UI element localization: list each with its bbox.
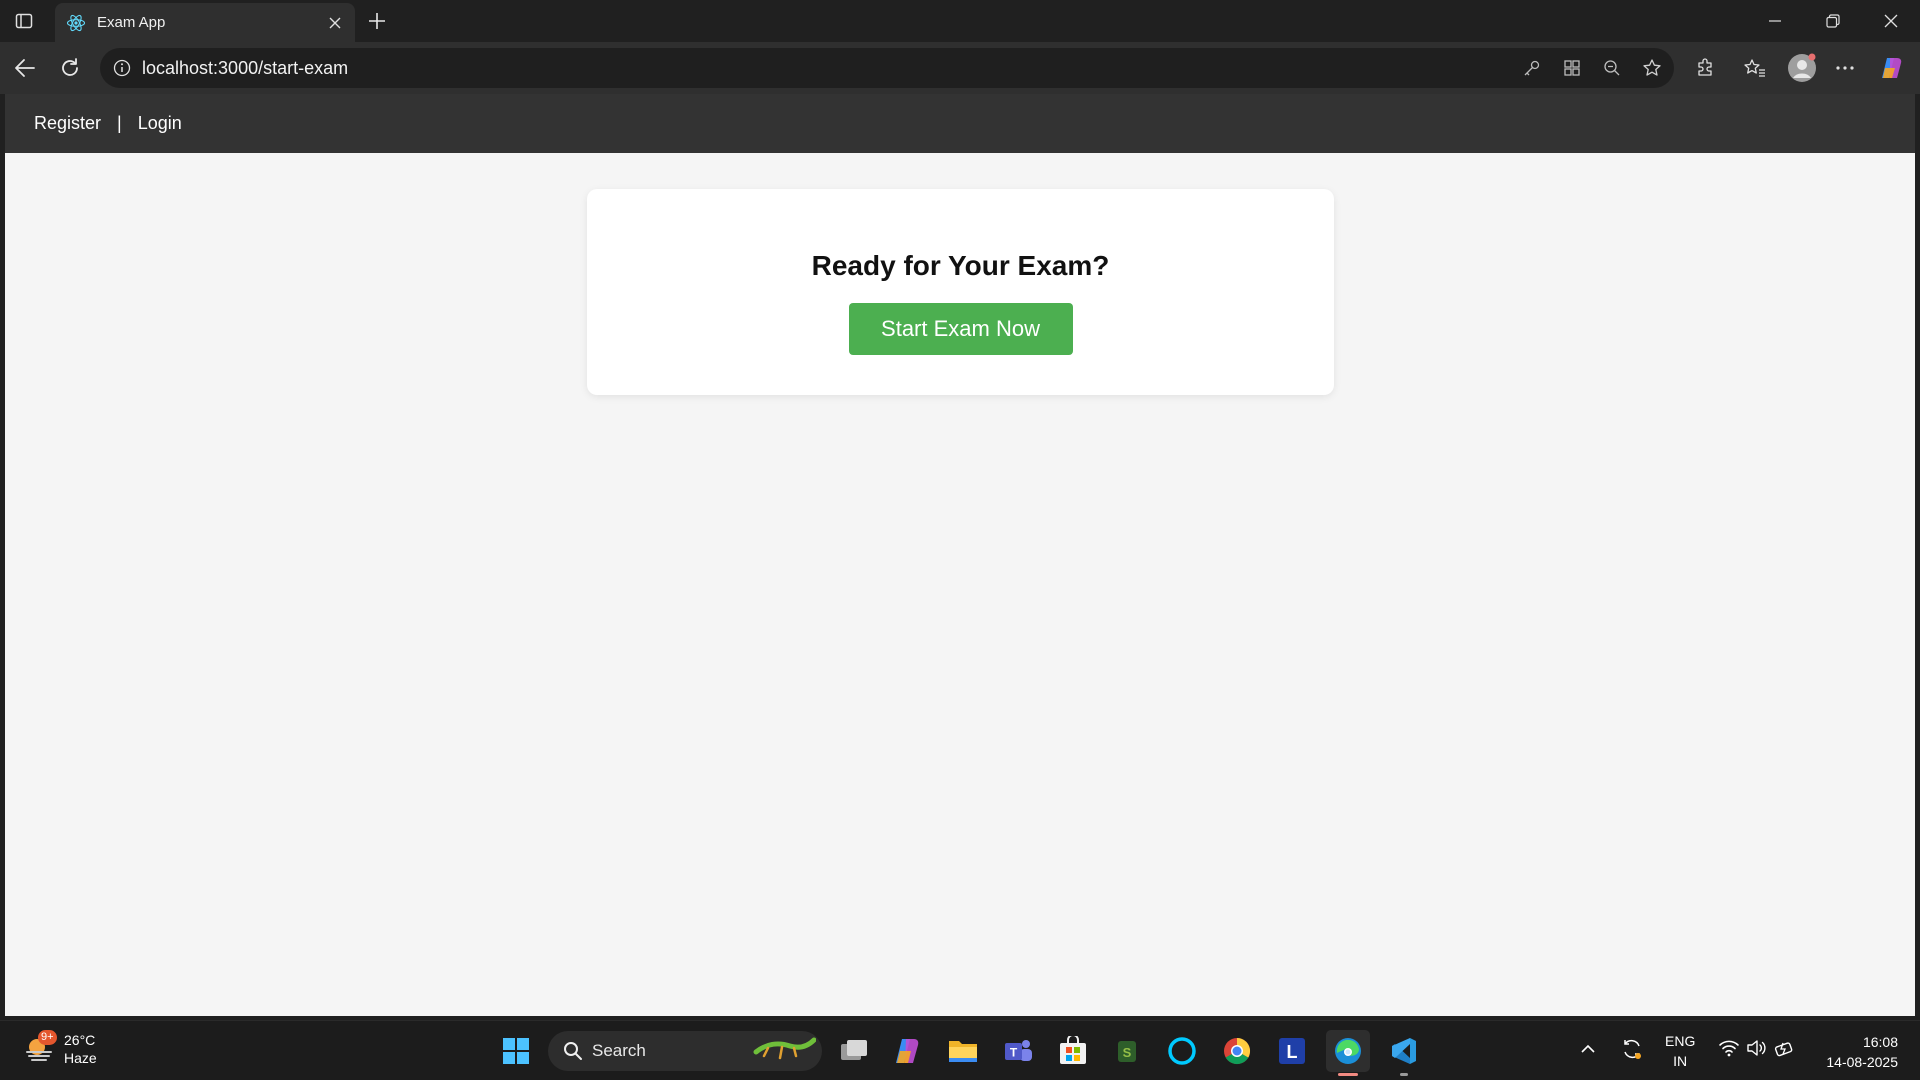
top-navbar: Register | Login: [5, 94, 1915, 153]
alexa-icon[interactable]: [1160, 1030, 1204, 1072]
svg-text:S: S: [1123, 1045, 1132, 1060]
teams-icon[interactable]: T: [996, 1030, 1040, 1072]
browser-titlebar: Exam App: [0, 0, 1920, 42]
show-hidden-icons-chevron-icon[interactable]: [1580, 1041, 1596, 1057]
url-text[interactable]: localhost:3000/start-exam: [142, 58, 348, 79]
search-highlight-lizard-icon: [752, 1034, 817, 1069]
task-view-icon[interactable]: [832, 1030, 876, 1072]
more-menu-icon[interactable]: [1830, 53, 1860, 83]
microsoft-store-icon[interactable]: [1051, 1030, 1095, 1072]
chrome-icon[interactable]: [1215, 1030, 1259, 1072]
minimize-icon[interactable]: [1746, 0, 1804, 42]
svg-text:L: L: [1287, 1042, 1298, 1062]
new-tab-button[interactable]: [364, 8, 390, 34]
active-app-indicator: [1338, 1073, 1358, 1076]
zoom-out-icon[interactable]: [1598, 54, 1626, 82]
notification-badge: 9+: [38, 1030, 57, 1045]
extensions-icon[interactable]: [1690, 53, 1720, 83]
volume-icon[interactable]: [1746, 1039, 1768, 1060]
key-icon[interactable]: [1518, 54, 1546, 82]
back-arrow-icon[interactable]: [10, 53, 40, 83]
refresh-icon[interactable]: [55, 53, 85, 83]
shopify-icon[interactable]: S: [1105, 1030, 1149, 1072]
nav-separator: |: [117, 113, 122, 133]
l-app-icon[interactable]: L: [1270, 1030, 1314, 1072]
windows-taskbar: 9+ 26°C Haze Search T S L ENG IN 16:08 1…: [0, 1020, 1920, 1080]
tab-title: Exam App: [97, 14, 166, 31]
page-viewport: Register | Login Ready for Your Exam? St…: [5, 94, 1915, 1016]
svg-text:T: T: [1010, 1046, 1018, 1060]
vscode-icon[interactable]: [1382, 1030, 1426, 1076]
file-explorer-icon[interactable]: [941, 1030, 985, 1072]
favorite-star-icon[interactable]: [1638, 54, 1666, 82]
weather-temperature: 26°C: [64, 1032, 96, 1048]
clock-date: 14-08-2025: [1826, 1054, 1898, 1070]
wifi-icon[interactable]: [1718, 1039, 1740, 1060]
weather-widget[interactable]: 9+ 26°C Haze: [24, 1030, 97, 1067]
copilot-app-icon[interactable]: [886, 1030, 930, 1072]
tab-close-icon[interactable]: [323, 11, 347, 35]
tab-actions-icon[interactable]: [12, 9, 36, 33]
favorites-icon[interactable]: [1740, 53, 1770, 83]
copilot-icon[interactable]: [1877, 53, 1907, 83]
system-clock[interactable]: 16:08 14-08-2025: [1826, 1032, 1898, 1072]
weather-haze-icon: 9+: [24, 1030, 58, 1066]
profile-avatar[interactable]: [1785, 51, 1819, 85]
search-label: Search: [592, 1041, 646, 1060]
exam-heading: Ready for Your Exam?: [811, 250, 1110, 281]
app-available-icon[interactable]: [1558, 54, 1586, 82]
login-link[interactable]: Login: [138, 113, 182, 134]
edge-icon[interactable]: [1326, 1030, 1370, 1076]
open-app-indicator: [1400, 1073, 1408, 1076]
search-icon: [562, 1040, 584, 1062]
windows-start-icon[interactable]: [494, 1030, 538, 1072]
react-logo-icon: [65, 12, 87, 34]
language-code: ENG: [1665, 1033, 1696, 1049]
restore-icon[interactable]: [1804, 0, 1862, 42]
weather-condition: Haze: [64, 1050, 97, 1066]
close-window-icon[interactable]: [1862, 0, 1920, 42]
language-region: IN: [1673, 1053, 1688, 1069]
site-info-icon[interactable]: [112, 58, 132, 78]
register-link[interactable]: Register: [34, 113, 101, 134]
address-bar[interactable]: localhost:3000/start-exam: [100, 48, 1674, 88]
exam-card: Ready for Your Exam? Start Exam Now: [587, 189, 1334, 395]
battery-icon[interactable]: [1774, 1039, 1796, 1060]
clock-time: 16:08: [1862, 1034, 1898, 1050]
taskbar-search[interactable]: Search: [548, 1031, 822, 1071]
browser-toolbar: localhost:3000/start-exam: [0, 42, 1920, 94]
language-indicator[interactable]: ENG IN: [1665, 1031, 1695, 1071]
sync-icon[interactable]: [1620, 1037, 1644, 1064]
start-exam-button[interactable]: Start Exam Now: [848, 303, 1073, 355]
browser-tab[interactable]: Exam App: [55, 3, 355, 42]
